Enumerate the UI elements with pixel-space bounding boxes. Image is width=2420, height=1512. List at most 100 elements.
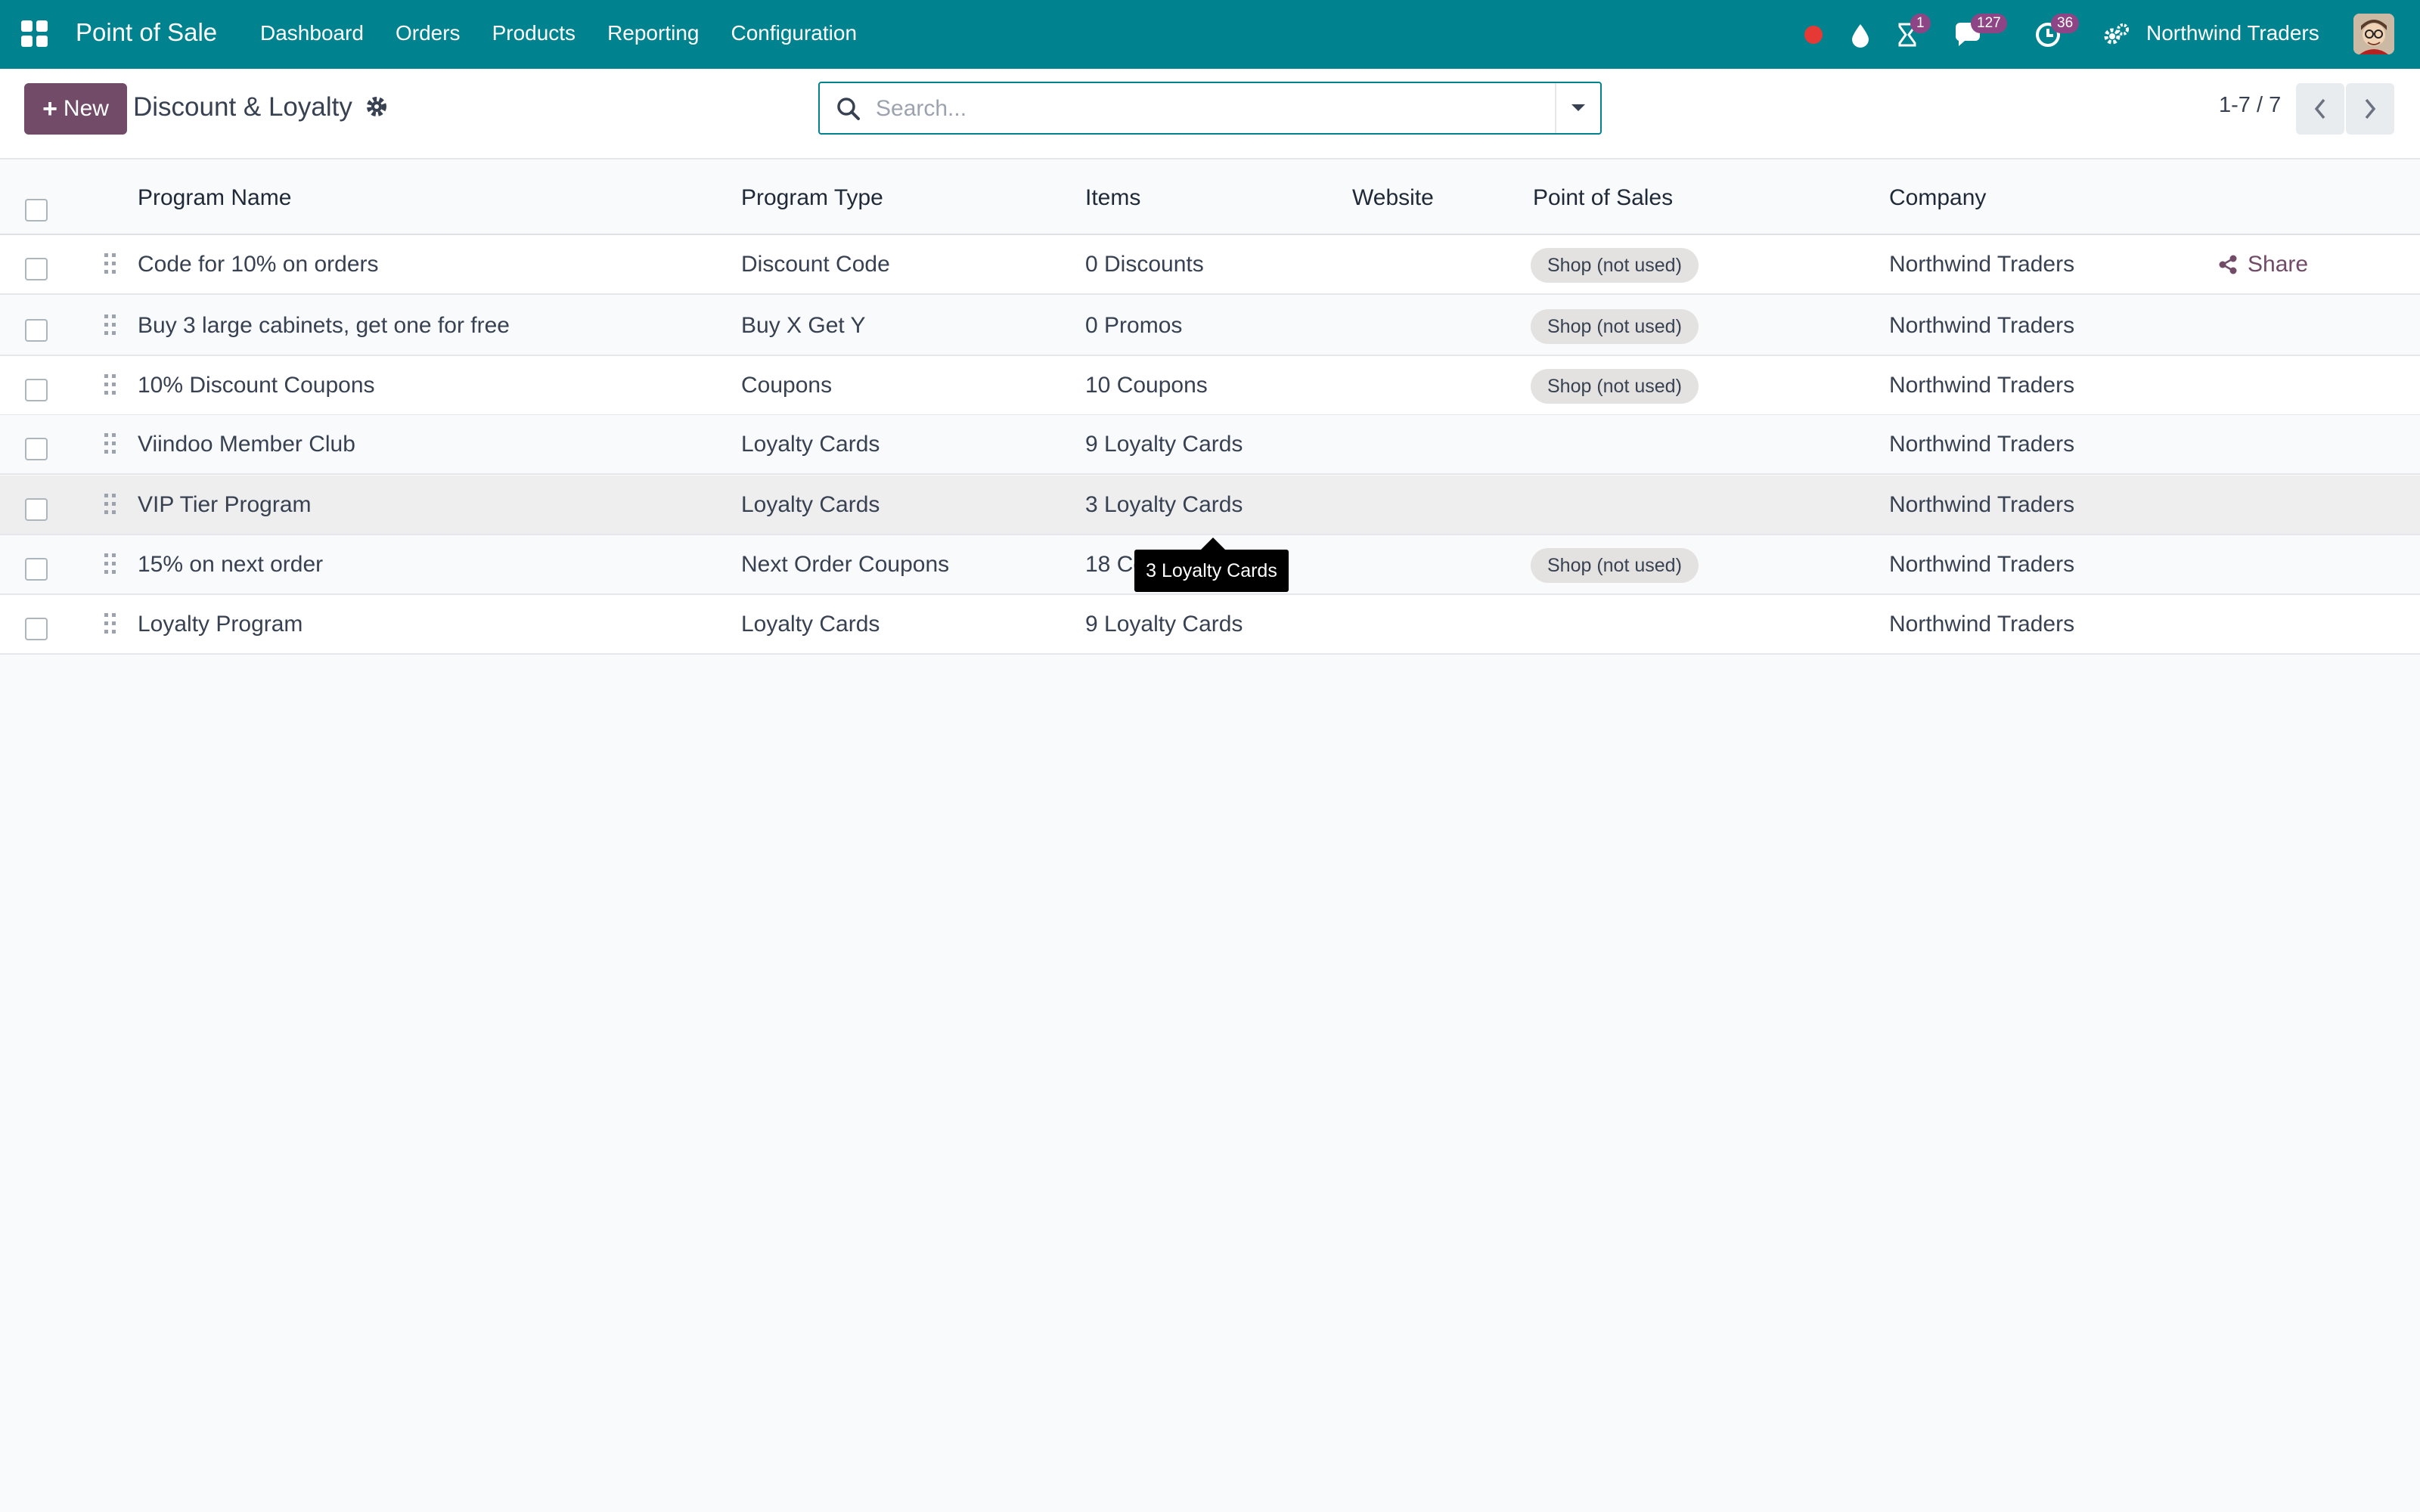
cell-program-name: Loyalty Program [138, 612, 303, 637]
menu-item-reporting[interactable]: Reporting [607, 21, 699, 45]
row-checkbox[interactable] [25, 618, 48, 640]
table-row[interactable]: 10% Discount Coupons Coupons 10 Coupons … [0, 356, 2420, 416]
drag-handle-icon[interactable] [103, 373, 118, 397]
cell-items: 9 Loyalty Cards [1085, 612, 1243, 637]
cell-items: 10 Coupons [1085, 373, 1208, 398]
activity-hourglass-icon[interactable]: 1 [1892, 14, 1931, 50]
column-header-company[interactable]: Company [1889, 185, 1986, 211]
table-row[interactable]: Code for 10% on orders Discount Code 0 D… [0, 235, 2420, 295]
column-header-point-of-sales[interactable]: Point of Sales [1533, 185, 1673, 211]
cell-program-name: VIP Tier Program [138, 492, 312, 517]
row-checkbox[interactable] [25, 319, 48, 342]
pos-tag: Shop (not used) [1531, 309, 1699, 344]
pos-tag: Shop (not used) [1531, 248, 1699, 283]
tooltip: 3 Loyalty Cards [1134, 550, 1289, 592]
main-menu: Dashboard Orders Products Reporting Conf… [260, 21, 889, 45]
pager-next-button[interactable] [2346, 83, 2394, 135]
menu-item-dashboard[interactable]: Dashboard [260, 21, 364, 45]
search-icon [835, 95, 862, 122]
drag-handle-icon[interactable] [103, 612, 118, 636]
search-options-toggle[interactable] [1555, 83, 1600, 133]
cell-program-name: 10% Discount Coupons [138, 373, 375, 398]
table-row[interactable]: Loyalty Program Loyalty Cards 9 Loyalty … [0, 595, 2420, 655]
cell-items: 0 Promos [1085, 313, 1183, 338]
cell-company: Northwind Traders [1889, 252, 2075, 277]
pager-previous-button[interactable] [2296, 83, 2344, 135]
apps-menu-icon[interactable] [21, 20, 48, 48]
cell-program-type: Loyalty Cards [741, 432, 880, 457]
new-button-label: New [63, 96, 109, 121]
share-label: Share [2248, 252, 2309, 277]
search-bar [818, 82, 1602, 135]
drag-handle-icon[interactable] [103, 552, 118, 576]
column-header-program-name[interactable]: Program Name [138, 185, 291, 211]
menu-item-orders[interactable]: Orders [396, 21, 461, 45]
breadcrumb: Discount & Loyalty [133, 92, 352, 122]
cell-program-type: Buy X Get Y [741, 313, 866, 338]
chevron-left-icon [2314, 98, 2325, 119]
select-all-checkbox[interactable] [25, 199, 48, 222]
pos-tag: Shop (not used) [1531, 369, 1699, 404]
column-header-items[interactable]: Items [1085, 185, 1140, 211]
cell-company: Northwind Traders [1889, 432, 2075, 457]
row-checkbox[interactable] [25, 438, 48, 460]
control-panel: + New Discount & Loyalty 1-7 / 7 [0, 69, 2420, 160]
cell-program-name: Code for 10% on orders [138, 252, 379, 277]
column-header-website[interactable]: Website [1352, 185, 1434, 211]
search-input[interactable] [876, 91, 1556, 127]
clock-badge: 36 [2051, 14, 2080, 33]
cell-company: Northwind Traders [1889, 612, 2075, 637]
cell-company: Northwind Traders [1889, 373, 2075, 398]
top-navbar: Point of Sale Dashboard Orders Products … [0, 0, 2420, 69]
cell-company: Northwind Traders [1889, 313, 2075, 338]
row-checkbox[interactable] [25, 379, 48, 401]
cell-company: Northwind Traders [1889, 492, 2075, 517]
cell-program-type: Coupons [741, 373, 833, 398]
cell-program-type: Discount Code [741, 252, 890, 277]
table-header: Program Name Program Type Items Website … [0, 160, 2420, 235]
clock-icon[interactable]: 36 [2033, 14, 2080, 50]
app-name[interactable]: Point of Sale [76, 18, 217, 47]
drag-handle-icon[interactable] [103, 432, 118, 456]
share-button[interactable]: Share [2217, 252, 2308, 277]
cell-program-name: 15% on next order [138, 552, 324, 577]
settings-gears-icon[interactable] [2101, 20, 2131, 50]
menu-item-configuration[interactable]: Configuration [731, 21, 857, 45]
gear-icon[interactable] [365, 94, 389, 119]
messages-icon[interactable]: 127 [1953, 14, 2007, 50]
droplet-icon[interactable] [1845, 20, 1876, 50]
cell-items: 0 Discounts [1085, 252, 1204, 277]
cell-program-name: Buy 3 large cabinets, get one for free [138, 313, 510, 338]
drag-handle-icon[interactable] [103, 313, 118, 337]
tooltip-arrow [1201, 538, 1225, 550]
share-icon [2219, 255, 2237, 274]
cell-program-type: Next Order Coupons [741, 552, 950, 577]
messages-badge: 127 [1971, 14, 2007, 33]
table-row[interactable]: Viindoo Member Club Loyalty Cards 9 Loya… [0, 415, 2420, 475]
cell-company: Northwind Traders [1889, 552, 2075, 577]
plus-icon: + [42, 94, 57, 123]
drag-handle-icon[interactable] [103, 492, 118, 516]
status-dot-icon[interactable] [1803, 24, 1824, 45]
cell-program-name: Viindoo Member Club [138, 432, 355, 457]
company-switcher[interactable]: Northwind Traders [2146, 21, 2319, 45]
cell-program-type: Loyalty Cards [741, 612, 880, 637]
cell-items: 9 Loyalty Cards [1085, 432, 1243, 457]
table-row[interactable]: Buy 3 large cabinets, get one for free B… [0, 296, 2420, 356]
column-header-program-type[interactable]: Program Type [741, 185, 883, 211]
row-checkbox[interactable] [25, 258, 48, 280]
pos-tag: Shop (not used) [1531, 548, 1699, 583]
user-avatar[interactable] [2353, 14, 2394, 54]
table-row[interactable]: VIP Tier Program Loyalty Cards 3 Loyalty… [0, 476, 2420, 535]
row-checkbox[interactable] [25, 558, 48, 581]
menu-item-products[interactable]: Products [492, 21, 576, 45]
cell-program-type: Loyalty Cards [741, 492, 880, 517]
caret-down-icon [1571, 104, 1585, 111]
chevron-right-icon [2365, 98, 2376, 119]
cell-items: 3 Loyalty Cards [1085, 492, 1243, 517]
row-checkbox[interactable] [25, 498, 48, 521]
new-button[interactable]: + New [24, 83, 127, 135]
activity-badge: 1 [1910, 14, 1931, 33]
pager-value[interactable]: 1-7 / 7 [2219, 93, 2281, 118]
drag-handle-icon[interactable] [103, 252, 118, 276]
